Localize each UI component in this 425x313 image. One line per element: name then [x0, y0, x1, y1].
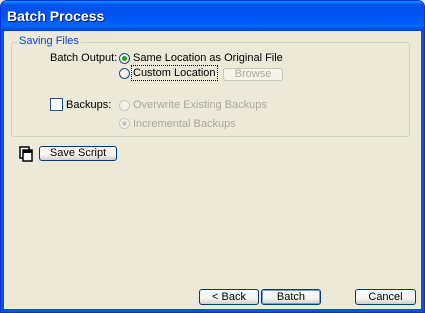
window-frame-left [1, 31, 4, 312]
backups-checkbox[interactable] [50, 98, 63, 111]
saving-files-legend: Saving Files [17, 35, 81, 47]
batch-process-window: Batch Process Saving Files Batch Output:… [0, 0, 425, 313]
save-script-button[interactable]: Save Script [39, 146, 117, 161]
same-location-label[interactable]: Same Location as Original File [133, 52, 283, 64]
copy-documents-icon [19, 146, 33, 162]
backups-label[interactable]: Backups: [66, 99, 111, 111]
browse-button[interactable]: Browse [223, 68, 283, 81]
incremental-backups-radio[interactable] [119, 118, 130, 129]
window-title: Batch Process [7, 8, 105, 24]
window-frame-right [421, 31, 424, 312]
batch-button[interactable]: Batch [261, 289, 321, 305]
overwrite-backups-radio[interactable] [119, 100, 130, 111]
cancel-button[interactable]: Cancel [355, 289, 416, 305]
overwrite-backups-label[interactable]: Overwrite Existing Backups [133, 99, 267, 111]
back-button[interactable]: < Back [199, 289, 259, 305]
batch-output-label: Batch Output: [50, 52, 118, 64]
title-bar[interactable]: Batch Process [1, 1, 424, 31]
custom-location-radio[interactable] [119, 68, 130, 79]
window-frame-bottom [1, 309, 424, 312]
custom-location-label[interactable]: Custom Location [131, 65, 218, 81]
same-location-radio[interactable] [119, 53, 130, 64]
incremental-backups-label[interactable]: Incremental Backups [133, 118, 236, 130]
